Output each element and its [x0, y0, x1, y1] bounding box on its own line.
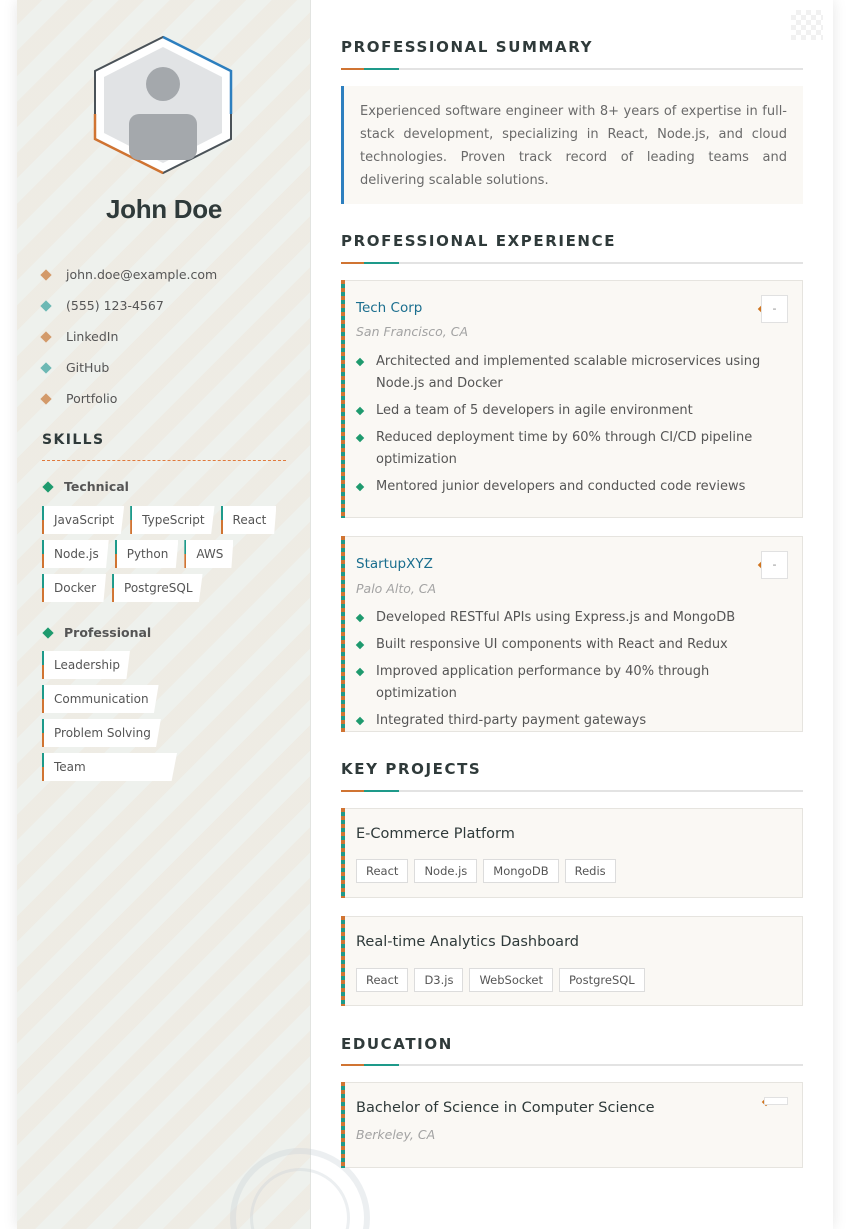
section-rule: [341, 790, 803, 792]
diamond-icon: [40, 299, 52, 312]
skill-chip: Problem Solving: [42, 719, 161, 747]
candidate-name: John Doe: [105, 194, 223, 224]
contact-phone[interactable]: (555) 123-4567: [40, 290, 217, 321]
resume-page: John Doe john.doe@example.com (555) 123-…: [17, 0, 833, 1229]
technical-skill-chips: JavaScript TypeScript React Node.js Pyth…: [42, 506, 292, 608]
list-item: Led a team of 5 developers in agile envi…: [356, 400, 786, 422]
experience-card: StartupXYZ Palo Alto, CA - Developed RES…: [341, 536, 803, 732]
school-location: Berkeley, CA: [356, 1127, 436, 1142]
contact-email-text: john.doe@example.com: [66, 267, 218, 282]
project-card: Real-time Analytics Dashboard React D3.j…: [341, 916, 803, 1006]
skills-group-title: Professional: [64, 625, 152, 640]
diamond-icon: [42, 480, 54, 493]
contact-linkedin-text: LinkedIn: [66, 329, 119, 344]
corner-pattern: [791, 10, 823, 40]
contact-phone-text: (555) 123-4567: [66, 298, 164, 313]
list-item: Integrated third-party payment gateways: [356, 710, 786, 732]
project-tags: React Node.js MongoDB Redis: [356, 859, 622, 883]
skills-divider: [42, 460, 286, 461]
contact-portfolio-text: Portfolio: [66, 391, 118, 406]
section-rule: [341, 1064, 803, 1066]
projects-heading: KEY PROJECTS: [341, 760, 482, 778]
degree-name: Bachelor of Science in Computer Science: [356, 1100, 655, 1116]
skill-chip: Communication: [42, 685, 159, 713]
skills-group-professional: Professional: [42, 625, 151, 640]
list-item: Developed RESTful APIs using Express.js …: [356, 607, 786, 629]
tech-tag: React: [356, 968, 409, 992]
experience-card: Tech Corp San Francisco, CA - Architecte…: [341, 280, 803, 518]
list-item: Built responsive UI components with Reac…: [356, 634, 786, 656]
contact-linkedin[interactable]: LinkedIn: [40, 321, 217, 352]
project-name: E-Commerce Platform: [356, 826, 515, 842]
skill-chip: Team Collaboration: [42, 753, 177, 781]
diamond-icon: [40, 330, 52, 343]
section-rule: [341, 68, 803, 70]
professional-skill-chips: Leadership Communication Problem Solving…: [42, 651, 257, 787]
contact-github[interactable]: GitHub: [40, 352, 217, 383]
company-name[interactable]: Tech Corp: [356, 300, 422, 316]
job-dates: -: [761, 551, 788, 579]
contact-email[interactable]: john.doe@example.com: [40, 259, 218, 290]
job-location: Palo Alto, CA: [356, 581, 437, 596]
job-bullets: Developed RESTful APIs using Express.js …: [356, 607, 786, 737]
list-item: Reduced deployment time by 60% through C…: [356, 427, 786, 471]
tech-tag: D3.js: [414, 968, 464, 992]
company-name[interactable]: StartupXYZ: [356, 556, 433, 572]
contact-list: john.doe@example.com (555) 123-4567 Link…: [40, 259, 218, 414]
skill-chip: PostgreSQL: [112, 574, 203, 602]
avatar: [92, 34, 234, 176]
job-location: San Francisco, CA: [356, 324, 469, 339]
job-dates: -: [761, 295, 788, 323]
summary-heading: PROFESSIONAL SUMMARY: [341, 38, 594, 56]
tech-tag: React: [356, 859, 409, 883]
skills-group-technical: Technical: [42, 479, 129, 494]
skill-chip: JavaScript: [42, 506, 125, 534]
diamond-icon: [40, 268, 52, 281]
skill-chip: Python: [114, 540, 179, 568]
education-card: Bachelor of Science in Computer Science …: [341, 1082, 803, 1168]
list-item: Improved application performance by 40% …: [356, 661, 786, 705]
skill-chip: React: [220, 506, 277, 534]
contact-portfolio[interactable]: Portfolio: [40, 383, 217, 414]
tech-tag: Redis: [564, 859, 616, 883]
education-heading: EDUCATION: [341, 1035, 453, 1053]
project-name: Real-time Analytics Dashboard: [356, 934, 579, 950]
skill-chip: AWS: [184, 540, 234, 568]
tech-tag: MongoDB: [483, 859, 559, 883]
sidebar: John Doe john.doe@example.com (555) 123-…: [17, 0, 370, 1229]
avatar-hexagon-icon: [93, 35, 233, 175]
skill-chip: Docker: [42, 574, 107, 602]
education-dates: [764, 1097, 788, 1105]
diamond-icon: [42, 626, 54, 639]
experience-heading: PROFESSIONAL EXPERIENCE: [341, 232, 617, 250]
skills-group-title: Technical: [64, 479, 129, 494]
summary-text: Experienced software engineer with 8+ ye…: [341, 86, 803, 204]
project-tags: React D3.js WebSocket PostgreSQL: [356, 968, 651, 992]
tech-tag: Node.js: [414, 859, 478, 883]
skill-chip: TypeScript: [130, 506, 215, 534]
contact-github-text: GitHub: [66, 360, 110, 375]
tech-tag: WebSocket: [469, 968, 554, 992]
list-item: Mentored junior developers and conducted…: [356, 476, 786, 498]
project-card: E-Commerce Platform React Node.js MongoD…: [341, 808, 803, 898]
tech-tag: PostgreSQL: [559, 968, 645, 992]
skill-chip: Leadership: [42, 651, 130, 679]
diamond-icon: [40, 361, 52, 374]
diamond-icon: [40, 392, 52, 405]
list-item: Architected and implemented scalable mic…: [356, 351, 786, 395]
job-bullets: Architected and implemented scalable mic…: [356, 351, 786, 503]
skill-chip: Node.js: [42, 540, 109, 568]
skills-heading: SKILLS: [42, 432, 105, 448]
section-rule: [341, 262, 803, 264]
